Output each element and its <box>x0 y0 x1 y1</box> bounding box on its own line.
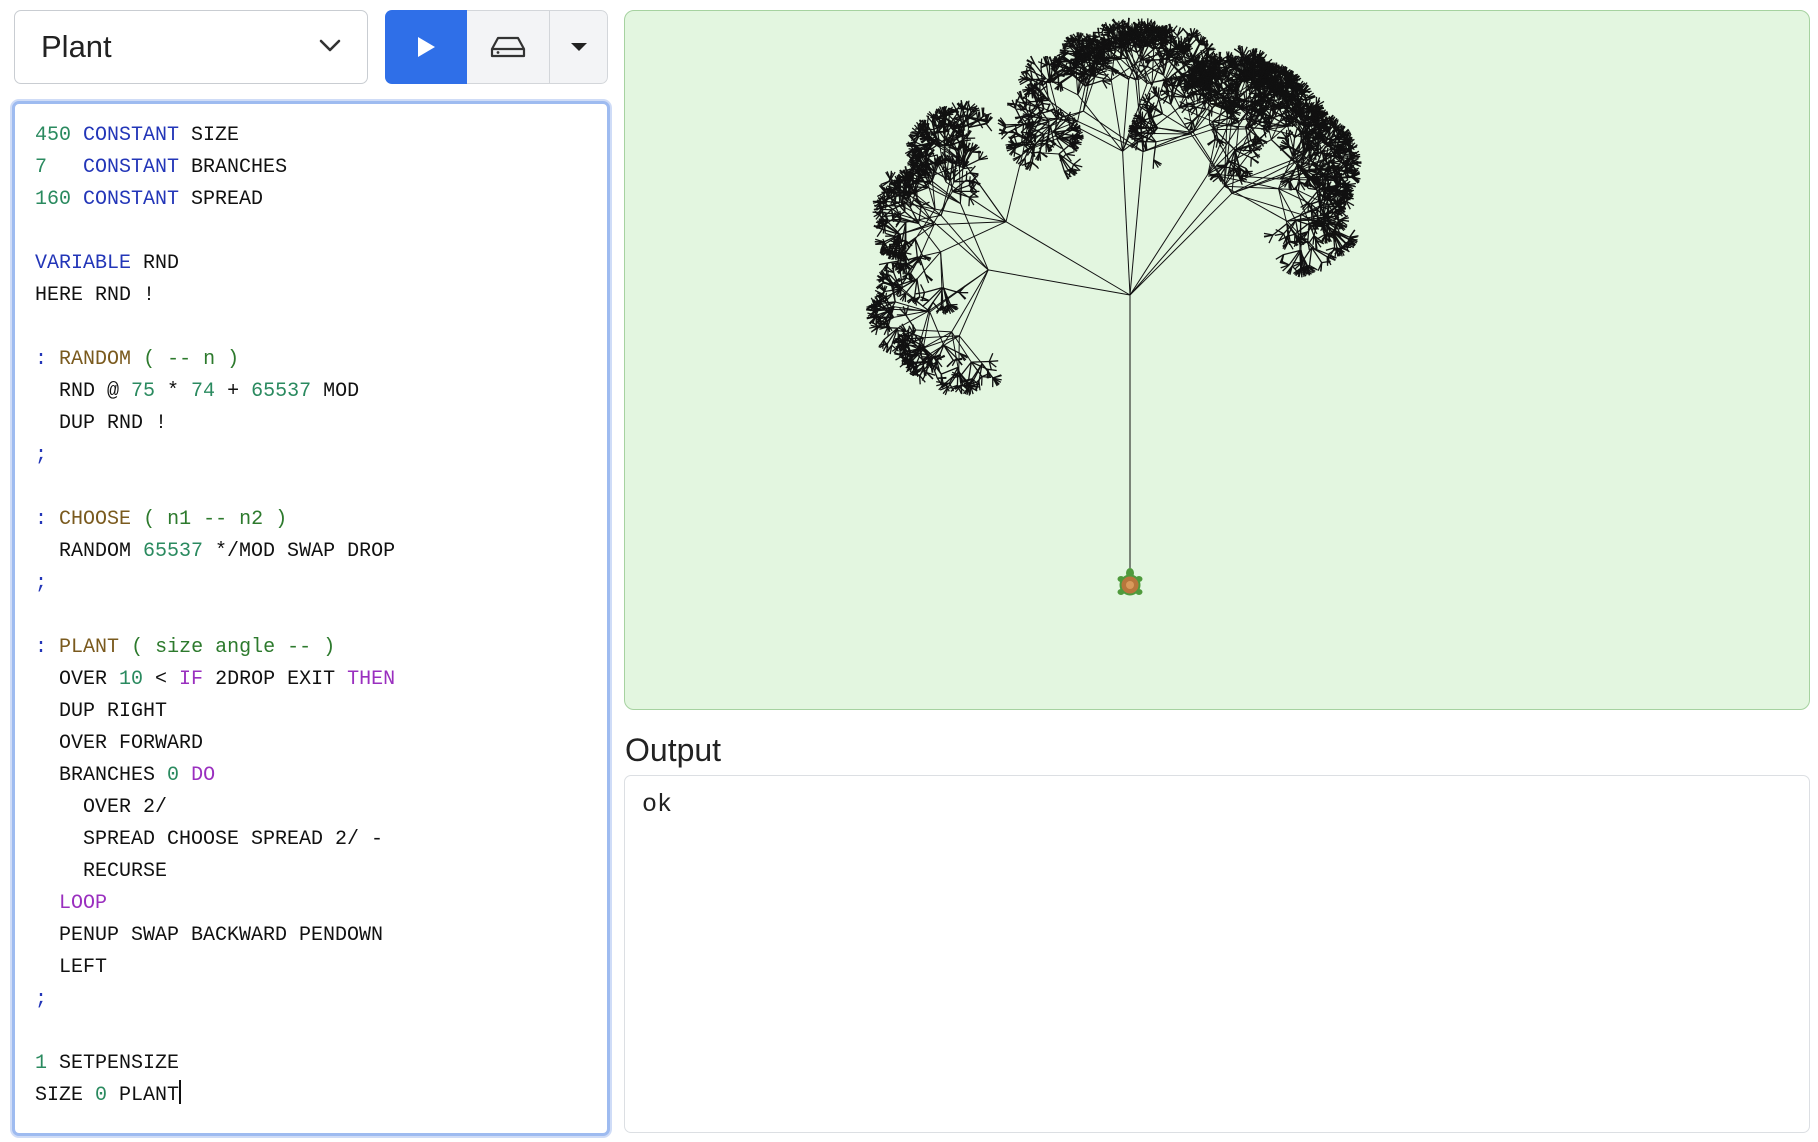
branch-segment <box>1162 56 1165 76</box>
branch-segment <box>1065 150 1075 155</box>
branch-segment <box>1014 99 1018 109</box>
branch-segment <box>938 122 941 132</box>
branch-segment <box>1068 168 1071 178</box>
branch-segment <box>915 291 925 295</box>
branch-segment <box>1152 159 1155 169</box>
branch-segment <box>920 284 926 293</box>
code-line: LEFT <box>35 956 108 979</box>
branch-segment <box>1280 79 1283 89</box>
code-line: SPREAD CHOOSE SPREAD 2/ - <box>35 828 384 851</box>
code-line: DUP RND ! <box>35 412 168 435</box>
example-select[interactable]: Plant <box>14 10 368 84</box>
branch-segment <box>1217 64 1220 74</box>
branch-segment <box>1129 173 1209 296</box>
chevron-down-icon <box>319 39 341 52</box>
save-button[interactable] <box>467 10 549 84</box>
branch-segment <box>1302 107 1305 117</box>
branch-segment <box>985 123 993 132</box>
branch-segment <box>1154 133 1192 135</box>
branch-segment <box>1310 107 1320 110</box>
branch-segment <box>1351 155 1361 158</box>
branch-segment <box>958 292 966 300</box>
code-line: HERE RND ! <box>35 284 156 307</box>
example-select-value: Plant <box>41 29 112 64</box>
code-line: BRANCHES 0 DO <box>35 764 216 787</box>
options-dropdown-button[interactable] <box>549 10 608 84</box>
code-line: RANDOM 65537 */MOD SWAP DROP <box>35 540 396 563</box>
branch-segment <box>915 135 925 138</box>
code-line: LOOP <box>59 892 108 915</box>
branch-segment <box>1146 57 1150 67</box>
branch-segment <box>1224 185 1288 222</box>
code-line: OVER 2/ <box>35 796 168 819</box>
branch-segment <box>1300 250 1303 269</box>
play-icon <box>418 37 435 57</box>
branch-segment <box>1280 94 1290 97</box>
branch-segment <box>1162 57 1169 76</box>
branch-segment <box>1250 157 1252 167</box>
caret-down-icon <box>570 43 587 51</box>
code-text[interactable]: 450 CONSTANT SIZE 7 CONSTANT BRANCHES 16… <box>35 120 395 1112</box>
branch-segment <box>1278 188 1312 205</box>
text-caret <box>179 1080 182 1104</box>
branch-segment <box>1153 141 1157 160</box>
code-editor[interactable]: 450 CONSTANT SIZE 7 CONSTANT BRANCHES 16… <box>12 101 610 1136</box>
branch-segment <box>1324 192 1343 195</box>
branch-segment <box>1024 158 1027 168</box>
branch-segment <box>1136 119 1146 122</box>
branch-segment <box>945 181 1007 223</box>
code-line: DUP RIGHT <box>35 700 168 723</box>
branch-segment <box>1148 93 1151 103</box>
branch-segment <box>1122 151 1131 296</box>
branch-segment <box>876 228 883 238</box>
branch-segment <box>1031 161 1040 170</box>
code-line: SIZE 0 PLANT <box>35 1080 182 1107</box>
branch-segment <box>1282 122 1292 125</box>
branch-segment <box>921 300 930 307</box>
branch-segment <box>1129 151 1144 296</box>
code-line: PENUP SWAP BACKWARD PENDOWN <box>35 924 384 947</box>
branch-segment <box>935 208 1007 223</box>
code-line: RECURSE <box>35 860 168 883</box>
code-line: VARIABLE RND <box>35 252 180 275</box>
branch-segment <box>1217 71 1227 74</box>
run-button-group <box>385 10 608 84</box>
branch-segment <box>1338 197 1341 207</box>
code-line: OVER 10 < IF 2DROP EXIT THEN <box>35 668 396 691</box>
code-line: ; <box>35 572 48 595</box>
branch-segment <box>1250 157 1259 164</box>
turtle-drawing <box>866 17 1362 596</box>
turtle-canvas <box>624 10 1810 710</box>
code-line: OVER FORWARD <box>35 732 204 755</box>
branch-segment <box>1102 79 1112 82</box>
code-line: ; <box>35 444 48 467</box>
branch-segment <box>920 299 930 302</box>
branch-segment <box>1110 80 1124 152</box>
code-line: RND @ 75 * 74 + 65537 MOD <box>35 380 360 403</box>
code-line: 7 CONSTANT BRANCHES <box>35 156 288 179</box>
branch-segment <box>1228 64 1238 67</box>
branch-segment <box>1231 192 1301 215</box>
code-line: : PLANT ( size angle -- ) <box>35 636 336 659</box>
code-line: : RANDOM ( -- n ) <box>35 348 240 371</box>
branch-segment <box>1129 192 1233 296</box>
code-line: : CHOOSE ( n1 -- n2 ) <box>35 508 288 531</box>
plant-branches <box>866 17 1362 583</box>
code-line: ; <box>35 988 48 1011</box>
branch-segment <box>1278 188 1297 221</box>
branch-segment <box>934 221 1007 226</box>
branch-segment <box>1073 158 1082 166</box>
code-line: 450 CONSTANT SIZE <box>35 124 240 147</box>
code-line: 1 SETPENSIZE <box>35 1052 180 1075</box>
branch-segment <box>1025 100 1028 110</box>
run-button[interactable] <box>385 10 467 84</box>
branch-segment <box>924 128 934 131</box>
code-line: 160 CONSTANT SPREAD <box>35 188 264 211</box>
branch-segment <box>1348 238 1358 241</box>
drive-icon <box>490 36 526 58</box>
branch-segment <box>1129 185 1225 296</box>
